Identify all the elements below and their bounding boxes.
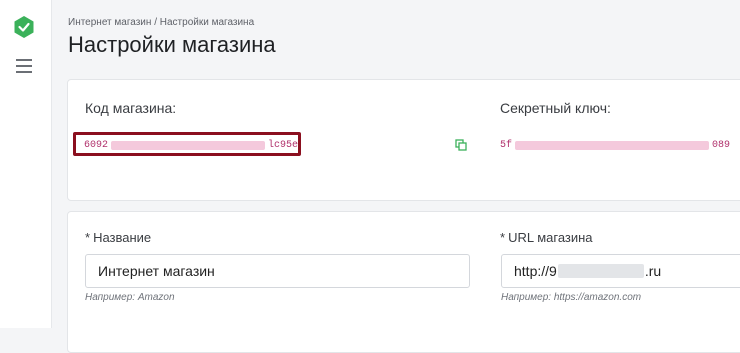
logo-icon[interactable] [13, 15, 35, 39]
url-hint: Например: https://amazon.com [501, 292, 642, 303]
shop-code-highlight [73, 132, 301, 156]
hamburger-menu-icon[interactable] [16, 59, 32, 73]
settings-form-card: * Название Интернет магазин Например: Ama… [67, 211, 740, 353]
redacted-blur [515, 141, 710, 150]
secret-key-value[interactable]: 5f 089 [500, 140, 730, 151]
page-title: Настройки магазина [68, 32, 276, 57]
name-hint: Например: Amazon [85, 292, 175, 303]
keys-card: Код магазина: 6092 lc95e Секретный ключ:… [67, 79, 740, 201]
breadcrumb: Интернет магазин / Настройки магазина [68, 17, 254, 28]
secret-key-label: Секретный ключ: [500, 100, 611, 116]
name-input-value: Интернет магазин [98, 263, 215, 279]
name-input[interactable]: Интернет магазин [85, 254, 470, 288]
url-input-end: .ru [644, 263, 662, 279]
url-label-text: URL магазина [508, 230, 593, 245]
sidebar [0, 0, 52, 328]
required-mark: * [85, 230, 91, 245]
url-input-start: http://9 [514, 263, 557, 279]
secret-key-end: 089 [712, 140, 731, 151]
breadcrumb-link-root[interactable]: Интернет магазин [68, 17, 151, 28]
breadcrumb-current: Настройки магазина [159, 17, 255, 28]
required-mark: * [500, 230, 506, 245]
redacted-blur [557, 264, 644, 278]
name-field-label: * Название [85, 230, 151, 245]
url-field-label: * URL магазина [500, 230, 593, 245]
url-input[interactable]: http://9 .ru [501, 254, 740, 288]
name-label-text: Название [93, 230, 152, 245]
secret-key-start: 5f [500, 140, 513, 151]
breadcrumb-separator: / [154, 17, 157, 28]
copy-icon[interactable] [455, 138, 467, 151]
shop-code-label: Код магазина: [85, 100, 177, 116]
